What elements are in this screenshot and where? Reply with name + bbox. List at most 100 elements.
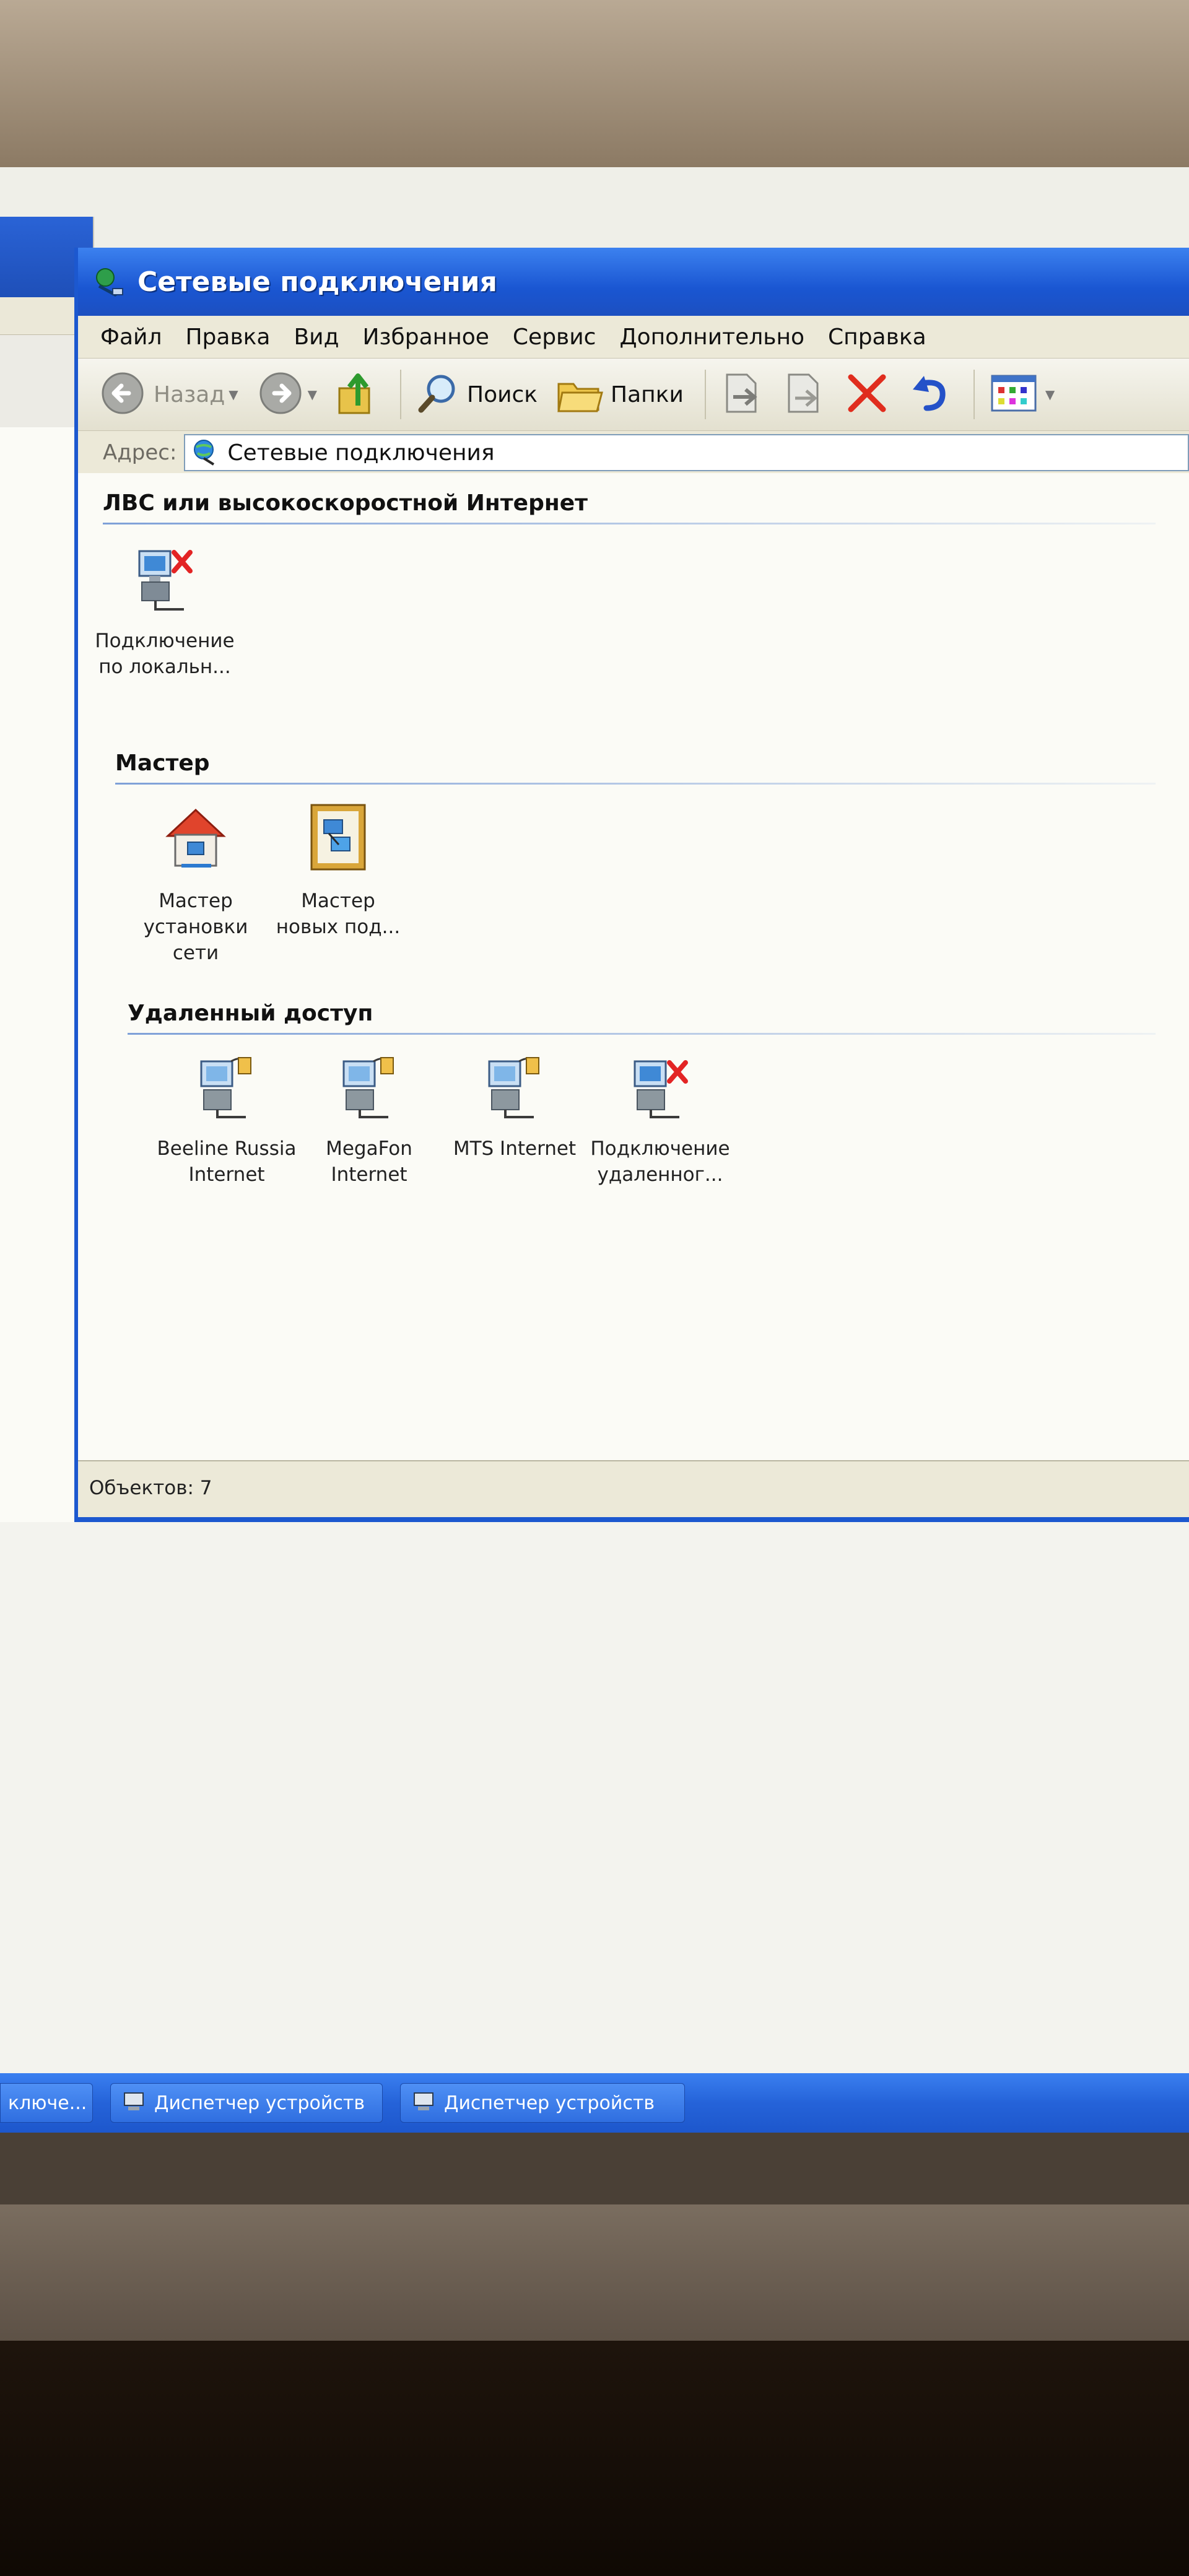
move-to-icon [721, 370, 764, 419]
back-button[interactable]: Назад ▼ [99, 370, 238, 419]
menu-view[interactable]: Вид [294, 324, 339, 350]
wall-background [0, 0, 1189, 167]
taskbar-item-connections[interactable]: ключе... [0, 2083, 93, 2123]
back-arrow-icon [99, 370, 146, 419]
item-label: Подключение [95, 630, 235, 652]
home-network-icon [162, 801, 230, 876]
window-title: Сетевые подключения [137, 266, 497, 298]
back-label: Назад [154, 381, 225, 407]
menu-advanced[interactable]: Дополнительно [619, 324, 804, 350]
window-bottom-border [74, 1517, 1189, 1522]
menu-bar: Файл Правка Вид Избранное Сервис Дополни… [78, 316, 1189, 359]
screen-bottom-edge [0, 2133, 1189, 2204]
connection-remote-disabled[interactable]: Подключение удаленног... [586, 1049, 734, 1188]
taskbar-item-label: Диспетчер устройств [154, 2092, 365, 2114]
folders-label: Папки [611, 381, 684, 407]
toolbar: Назад ▼ ▼ Поиск Папки ▼ [78, 359, 1189, 431]
address-bar: Адрес: Сетевые подключения [78, 431, 1189, 475]
toolbar-separator [704, 370, 706, 419]
group-divider [103, 523, 1156, 524]
monitor-screen: Сетевые подключения Файл Правка Вид Избр… [0, 167, 1189, 2204]
network-globe-icon [191, 437, 220, 468]
window-titlebar[interactable]: Сетевые подключения [78, 248, 1189, 316]
device-manager-icon [122, 2091, 147, 2115]
search-icon [416, 372, 459, 417]
undo-button[interactable] [908, 371, 952, 418]
desk-surface [0, 2341, 1189, 2576]
group-header-dialup: Удаленный доступ [128, 1001, 373, 1026]
wizard-network-setup[interactable]: Мастер установки сети [121, 801, 270, 966]
views-dropdown-icon[interactable]: ▼ [1045, 387, 1055, 402]
taskbar-item-device-manager[interactable]: Диспетчер устройств [110, 2083, 383, 2123]
connection-local-area[interactable]: Подключение по локальн... [90, 541, 239, 680]
item-label: MegaFon [326, 1138, 412, 1160]
toolbar-separator [400, 370, 402, 419]
connections-list: ЛВС или высокоскоростной Интернет Подклю… [78, 473, 1189, 1460]
search-label: Поиск [467, 381, 538, 407]
connection-mts[interactable]: MTS Internet [440, 1049, 589, 1162]
dialup-connection-icon [335, 1049, 403, 1123]
views-button[interactable]: ▼ [990, 372, 1055, 417]
new-connection-wizard-icon [304, 801, 372, 876]
monitor-bezel [0, 2204, 1189, 2341]
network-connections-window: Сетевые подключения Файл Правка Вид Избр… [74, 248, 1189, 1517]
item-label: удаленног... [597, 1164, 723, 1186]
group-divider [115, 783, 1156, 785]
lan-connection-disabled-icon [131, 541, 199, 616]
menu-tools[interactable]: Сервис [513, 324, 596, 350]
address-input[interactable]: Сетевые подключения [184, 434, 1189, 471]
menu-file[interactable]: Файл [100, 324, 162, 350]
copy-to-button[interactable] [783, 370, 826, 419]
address-label: Адрес: [103, 440, 177, 465]
status-object-count: Объектов: 7 [89, 1477, 212, 1499]
menu-edit[interactable]: Правка [185, 324, 270, 350]
item-label: MTS Internet [453, 1138, 577, 1160]
forward-arrow-icon [257, 370, 304, 419]
folders-button[interactable]: Папки [556, 372, 684, 417]
undo-icon [908, 371, 952, 418]
connection-megafon[interactable]: MegaFon Internet [295, 1049, 443, 1188]
item-label: новых под... [276, 916, 401, 938]
toolbar-separator [973, 370, 975, 419]
dialup-connection-icon [193, 1049, 261, 1123]
menu-favorites[interactable]: Избранное [362, 324, 489, 350]
address-value: Сетевые подключения [227, 440, 495, 466]
taskbar: ключе... Диспетчер устройств Диспетчер у… [0, 2073, 1189, 2133]
device-manager-icon [412, 2091, 437, 2115]
item-label: Internet [331, 1164, 407, 1186]
item-label: Internet [188, 1164, 265, 1186]
wizard-new-connection[interactable]: Мастер новых под... [264, 801, 412, 940]
move-to-button[interactable] [721, 370, 764, 419]
group-header-lan: ЛВС или высокоскоростной Интернет [103, 490, 588, 516]
status-bar: Объектов: 7 [78, 1460, 1189, 1515]
views-icon [990, 372, 1042, 417]
network-connections-icon [90, 264, 126, 300]
item-label: Beeline Russia [157, 1138, 297, 1160]
forward-button[interactable]: ▼ [257, 370, 317, 419]
dialup-connection-icon [481, 1049, 549, 1123]
item-label: Мастер [301, 890, 375, 912]
folders-icon [556, 372, 603, 417]
menu-help[interactable]: Справка [828, 324, 926, 350]
taskbar-item-label: ключе... [8, 2092, 87, 2114]
search-button[interactable]: Поиск [416, 372, 538, 417]
item-label: Подключение [590, 1138, 730, 1160]
copy-to-icon [783, 370, 826, 419]
dialup-connection-disabled-icon [626, 1049, 694, 1123]
folder-up-icon [336, 370, 379, 419]
item-label: установки [143, 916, 248, 938]
group-header-wizard: Мастер [115, 751, 210, 776]
delete-x-icon [845, 371, 889, 418]
item-label: сети [172, 942, 219, 964]
forward-dropdown-icon[interactable]: ▼ [308, 387, 317, 402]
taskbar-item-device-manager[interactable]: Диспетчер устройств [400, 2083, 685, 2123]
connection-beeline[interactable]: Beeline Russia Internet [152, 1049, 301, 1188]
item-label: по локальн... [98, 656, 231, 678]
back-dropdown-icon[interactable]: ▼ [229, 387, 238, 402]
up-folder-button[interactable] [336, 370, 379, 419]
delete-button[interactable] [845, 371, 889, 418]
item-label: Мастер [159, 890, 233, 912]
desktop-area [0, 1522, 1189, 2073]
group-divider [128, 1033, 1156, 1035]
taskbar-item-label: Диспетчер устройств [444, 2092, 655, 2114]
